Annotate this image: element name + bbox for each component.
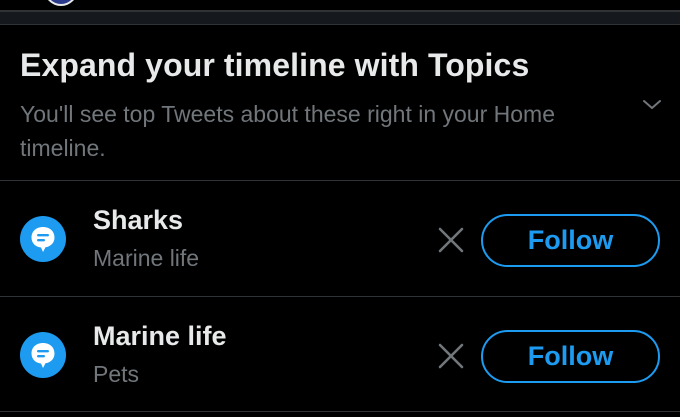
topic-category: Marine life	[93, 245, 200, 271]
topic-name: Sharks	[93, 205, 184, 235]
follow-button[interactable]: Follow	[481, 330, 660, 383]
topic-name: Marine life	[93, 321, 227, 351]
avatar[interactable]	[44, 0, 78, 6]
topics-card-header: Expand your timeline with Topics You'll …	[0, 25, 680, 180]
card-subtitle: You'll see top Tweets about these right …	[20, 101, 555, 161]
topic-bubble-icon	[20, 216, 66, 262]
topics-panel: Expand your timeline with Topics You'll …	[0, 0, 680, 417]
close-icon[interactable]	[436, 341, 466, 371]
divider	[0, 411, 680, 412]
follow-button[interactable]: Follow	[481, 214, 660, 267]
topic-category: Pets	[93, 361, 140, 387]
topic-row-sharks[interactable]: Sharks Marine life Follow	[0, 181, 680, 295]
topic-row-marine-life[interactable]: Marine life Pets Follow	[0, 297, 680, 411]
close-icon[interactable]	[436, 225, 466, 255]
card-title: Expand your timeline with Topics	[20, 47, 530, 83]
chevron-down-icon[interactable]	[640, 93, 664, 117]
previous-item-edge	[0, 0, 680, 10]
topic-bubble-icon	[20, 332, 66, 378]
section-separator	[0, 12, 680, 24]
